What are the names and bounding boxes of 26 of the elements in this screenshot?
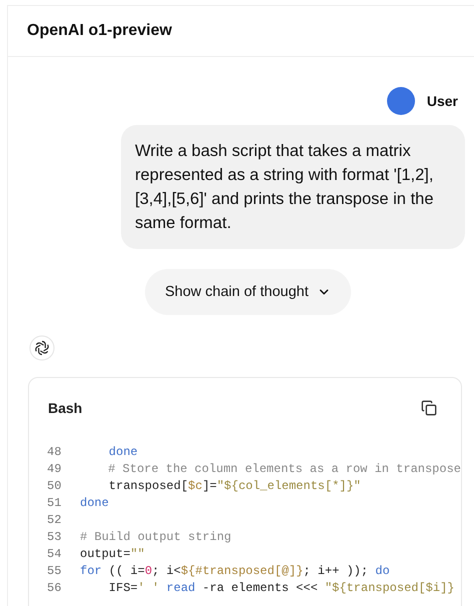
code-line: done xyxy=(108,444,138,461)
code-line: IFS=' ' read -ra elements <<< "${transposed[$i]} xyxy=(108,580,454,597)
line-number: 51 xyxy=(47,495,62,512)
logo-icon xyxy=(29,335,55,361)
code-line: output="" xyxy=(80,546,145,563)
copy-icon xyxy=(421,400,437,416)
chat-title: OpenAI o1-preview xyxy=(27,22,172,40)
line-number: 49 xyxy=(47,461,62,478)
user-name: User xyxy=(426,93,458,109)
code-line: done xyxy=(80,495,109,512)
code-line: for (( i=0; i<${#transposed[@]}; i++ )); do xyxy=(80,563,390,580)
user-avatar xyxy=(386,87,415,115)
copy-button[interactable] xyxy=(421,400,437,416)
line-number: 48 xyxy=(47,444,62,461)
code-line: transposed[$c]="${col_elements[*]}" xyxy=(108,478,361,495)
line-number: 54 xyxy=(47,546,62,563)
line-number: 50 xyxy=(47,478,62,495)
line-number: 53 xyxy=(47,529,62,546)
code-line: # Store the column elements as a row in transpose xyxy=(107,461,461,478)
user-message: Write a bash script that takes a matrix represented as a string with format '[1,2],[3,4],[5,6]' and prints the transpose in the same format. xyxy=(121,125,465,249)
code-line: # Build output string xyxy=(80,529,232,546)
line-number: 56 xyxy=(47,580,62,597)
chain-of-thought-toggle[interactable]: Show chain of thought xyxy=(145,269,350,315)
code-language: Bash xyxy=(48,400,82,416)
line-number: 52 xyxy=(47,512,62,529)
line-number: 55 xyxy=(47,563,62,580)
